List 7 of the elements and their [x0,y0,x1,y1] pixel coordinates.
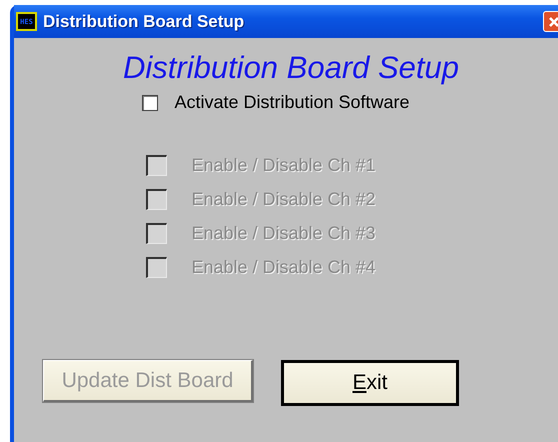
exit-button[interactable]: Exit [281,360,459,406]
checkbox[interactable] [142,94,158,110]
window-title: Distribution Board Setup [43,12,246,32]
close-button[interactable] [543,11,558,32]
dialog-heading: Distribution Board Setup [122,50,460,86]
close-icon [548,16,558,28]
checkbox-label: Activate Distribution Software [174,92,410,113]
